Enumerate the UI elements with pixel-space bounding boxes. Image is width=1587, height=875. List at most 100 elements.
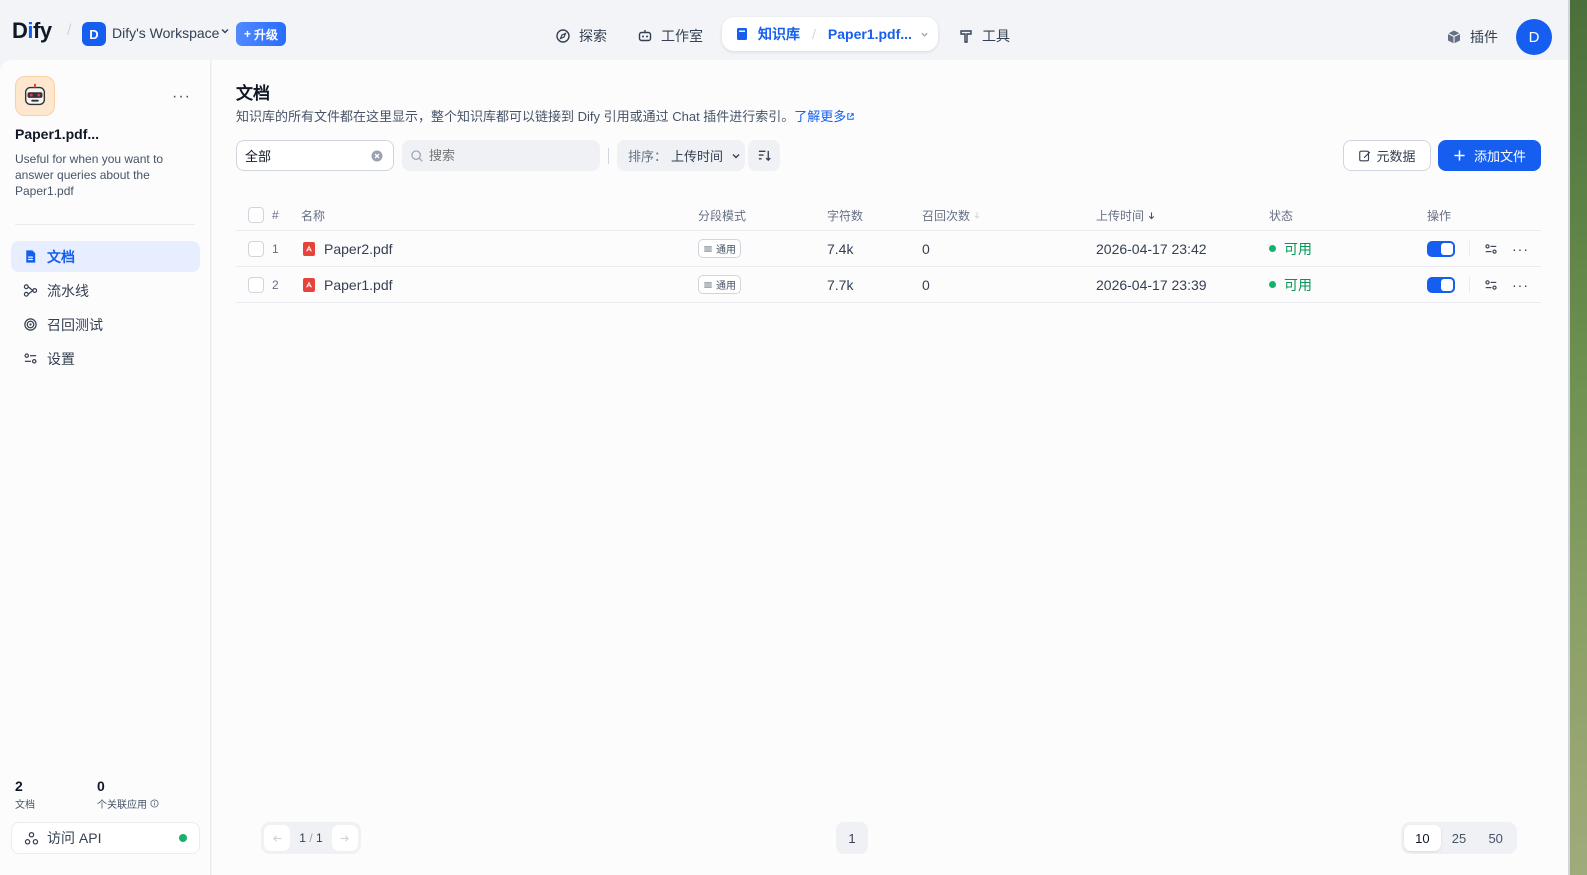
desktop-background-edge — [1568, 0, 1587, 875]
chunk-mode-tag: 通用 — [698, 239, 741, 258]
status-filter-value: 全部 — [245, 149, 272, 164]
prev-page-button[interactable] — [264, 825, 290, 851]
table-row[interactable]: 2 Paper1.pdf 通用 7.7k 0 2026-04-17 23:39 … — [236, 267, 1541, 303]
more-options-icon[interactable]: ··· — [1512, 277, 1529, 293]
page-size-selector: 10 25 50 — [1401, 822, 1517, 854]
plus-icon — [1454, 150, 1465, 161]
workspace-avatar[interactable]: D — [82, 22, 106, 46]
row-index: 1 — [272, 241, 279, 256]
stat-value: 2 — [15, 778, 23, 794]
settings-icon[interactable] — [1484, 278, 1498, 292]
plus-icon: + — [244, 27, 252, 41]
target-icon — [24, 318, 37, 331]
breadcrumb-separator: / — [67, 22, 72, 39]
sort-select[interactable]: 排序： 上传时间 — [617, 140, 745, 171]
next-page-button[interactable] — [331, 825, 358, 851]
dataset-description: Useful for when you want to answer queri… — [15, 152, 164, 198]
select-all-checkbox[interactable] — [248, 207, 264, 223]
nav-tools[interactable]: 工具 — [958, 21, 1010, 51]
char-count: 7.4k — [827, 240, 854, 257]
nav-knowledge-label: 知识库 — [758, 26, 800, 42]
upgrade-button[interactable]: + 升级 — [236, 22, 287, 46]
plugins-label: 插件 — [1470, 29, 1498, 45]
nav-explore-label: 探索 — [579, 28, 607, 44]
nav-explore[interactable]: 探索 — [555, 21, 607, 51]
pdf-icon — [303, 241, 315, 256]
page-size-option[interactable]: 50 — [1477, 825, 1514, 851]
divider — [15, 224, 195, 225]
learn-more-link[interactable]: 了解更多 — [794, 109, 855, 124]
sort-order-button[interactable] — [748, 140, 780, 171]
nav-tools-label: 工具 — [982, 28, 1010, 44]
access-api-button[interactable]: 访问 API — [11, 822, 200, 854]
enable-toggle[interactable] — [1427, 240, 1455, 257]
divider — [608, 148, 609, 164]
more-options-icon[interactable]: ··· — [172, 88, 191, 106]
add-file-button[interactable]: 添加文件 — [1438, 140, 1541, 171]
user-avatar[interactable]: D — [1516, 19, 1552, 55]
nav-studio[interactable]: 工作室 — [637, 21, 703, 51]
add-file-label: 添加文件 — [1473, 149, 1526, 164]
pagination-nav: 1 / 1 — [261, 822, 361, 854]
search-field[interactable] — [402, 140, 600, 171]
status-filter-select[interactable]: 全部 — [236, 140, 394, 171]
pdf-icon — [303, 277, 315, 292]
page-size-option[interactable]: 10 — [1404, 825, 1441, 851]
stat-label: 文档 — [15, 800, 35, 811]
dataset-stats: 2 文档 0 个关联应用 — [15, 778, 179, 811]
divider — [1469, 240, 1470, 257]
chevron-down-icon — [732, 153, 740, 158]
clear-icon[interactable] — [371, 150, 383, 162]
row-checkbox[interactable] — [248, 240, 264, 257]
dify-logo[interactable]: Dify — [12, 18, 52, 44]
search-icon — [411, 149, 423, 162]
page-description: 知识库的所有文件都在这里显示，整个知识库都可以链接到 Dify 引用或通过 Ch… — [236, 106, 855, 125]
arrow-left-icon — [272, 834, 281, 842]
column-actions: 操作 — [1427, 208, 1452, 223]
chevron-down-icon[interactable] — [920, 30, 929, 39]
search-input[interactable] — [429, 148, 589, 163]
document-name[interactable]: Paper1.pdf — [303, 267, 393, 302]
char-count: 7.7k — [827, 276, 854, 293]
settings-icon — [704, 246, 712, 251]
document-name[interactable]: Paper2.pdf — [303, 231, 393, 266]
column-uploaded[interactable]: 上传时间 — [1096, 200, 1156, 230]
row-checkbox[interactable] — [248, 276, 264, 293]
upload-time: 2026-04-17 23:39 — [1096, 276, 1207, 293]
page-size-option[interactable]: 25 — [1441, 825, 1478, 851]
sidebar-item-label: 设置 — [47, 350, 75, 367]
plugins-button[interactable]: 插件 — [1446, 27, 1498, 47]
current-dataset-label[interactable]: Paper1.pdf... — [828, 26, 912, 42]
column-hits[interactable]: 召回次数 — [922, 200, 981, 230]
documents-table: # 名称 分段模式 字符数 召回次数 上传时间 状态 操作 1 Paper2.p… — [236, 200, 1541, 303]
sidebar-item-pipeline[interactable]: 流水线 — [11, 275, 200, 306]
sidebar-item-settings[interactable]: 设置 — [11, 343, 200, 374]
sidebar-item-retrieval-test[interactable]: 召回测试 — [11, 309, 200, 340]
column-mode: 分段模式 — [698, 208, 747, 223]
robot-face-icon — [24, 83, 46, 106]
sidebar-nav: 文档 流水线 召回测试 设置 — [11, 241, 200, 377]
chevron-down-icon[interactable] — [220, 26, 230, 36]
workspace-name[interactable]: Dify's Workspace — [112, 25, 219, 41]
document-name-text: Paper2.pdf — [324, 240, 393, 257]
dataset-sidebar: ··· Paper1.pdf... Useful for when you wa… — [0, 60, 211, 875]
info-icon[interactable] — [150, 799, 159, 808]
table-row[interactable]: 1 Paper2.pdf 通用 7.4k 0 2026-04-17 23:42 … — [236, 231, 1541, 267]
sidebar-item-label: 流水线 — [47, 282, 89, 299]
sidebar-item-documents[interactable]: 文档 — [11, 241, 200, 272]
sidebar-item-label: 文档 — [47, 248, 75, 265]
row-index: 2 — [272, 277, 279, 292]
page-indicator: 1 / 1 — [299, 831, 323, 845]
settings-icon[interactable] — [1484, 242, 1498, 256]
document-icon — [26, 250, 36, 263]
settings-icon — [24, 353, 37, 364]
enable-toggle[interactable] — [1427, 276, 1455, 293]
stat-value: 0 — [97, 778, 105, 794]
api-icon — [24, 831, 39, 845]
page-number-button[interactable]: 1 — [836, 822, 868, 854]
status-dot — [1269, 245, 1276, 252]
more-options-icon[interactable]: ··· — [1512, 241, 1529, 257]
metadata-button[interactable]: 元数据 — [1343, 140, 1431, 171]
column-name: 名称 — [301, 208, 326, 223]
nav-knowledge[interactable]: 知识库 / Paper1.pdf... — [722, 17, 938, 51]
